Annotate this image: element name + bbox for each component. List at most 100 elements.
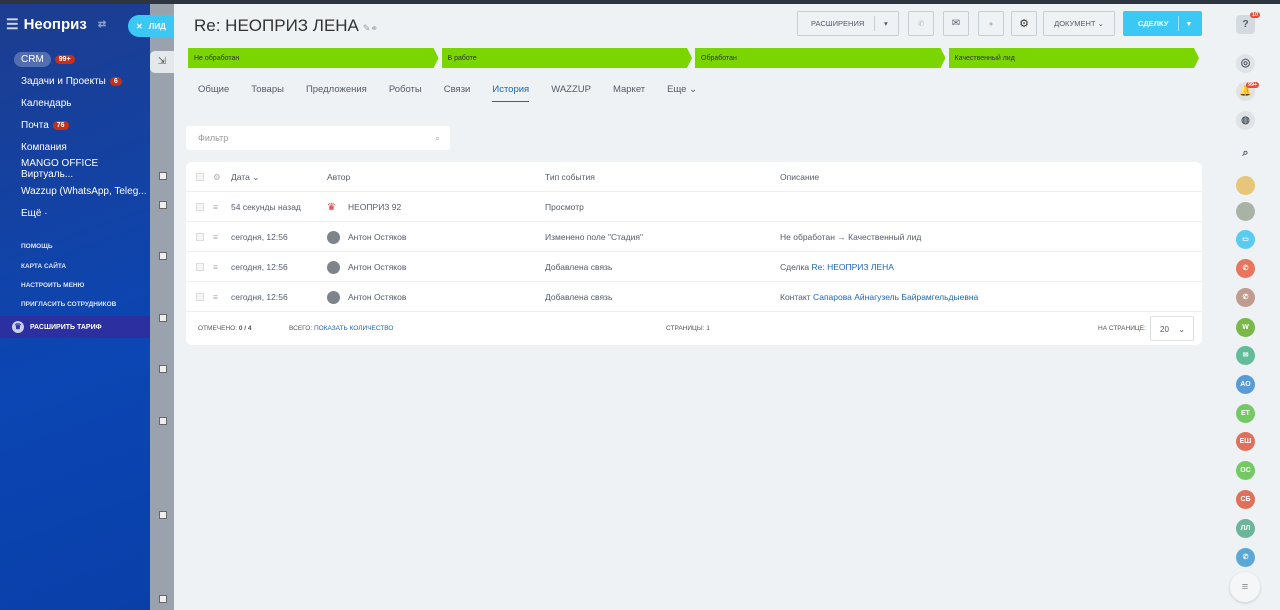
contact-avatar[interactable]: АО xyxy=(1236,375,1255,394)
row-checkbox[interactable] xyxy=(196,263,204,271)
stage-quality-lead[interactable]: Качественный лид xyxy=(949,48,1200,68)
logo[interactable]: ☰ Неоприз ⇄ xyxy=(6,16,106,33)
contact-avatar[interactable]: СБ xyxy=(1236,490,1255,509)
tab-history[interactable]: История xyxy=(492,84,530,102)
page-title: Re: НЕОПРИЗ ЛЕНА ✎⚭ xyxy=(194,16,378,36)
label: ВСЕГО: xyxy=(289,325,313,332)
sidebar-item-more[interactable]: Ещё · xyxy=(0,202,150,224)
label: Ещё · xyxy=(21,207,48,219)
switch-icon[interactable]: ⇄ xyxy=(98,19,106,30)
tab-market[interactable]: Маркет xyxy=(613,84,645,102)
stage-processed[interactable]: Обработан xyxy=(695,48,946,68)
label: Дата xyxy=(231,172,250,182)
document-button[interactable]: ДОКУМЕНТ ⌄ xyxy=(1043,11,1115,36)
contact-avatar[interactable]: ЛЛ xyxy=(1236,519,1255,538)
sidebar-item-company[interactable]: Компания xyxy=(0,136,150,158)
menu-icon[interactable]: ≡ xyxy=(1230,572,1260,602)
user-avatar-icon xyxy=(327,230,340,244)
notifications-badge: 99+ xyxy=(1246,82,1260,88)
chevron-down-icon: ⌄ xyxy=(689,84,698,95)
edit-icon[interactable]: ✎⚭ xyxy=(363,23,378,33)
user-avatar[interactable] xyxy=(1236,202,1255,221)
tab-products[interactable]: Товары xyxy=(251,84,284,102)
table-row: ≡ сегодня, 12:56 Антон Остяков Изменено … xyxy=(186,222,1202,252)
invite-link[interactable]: ПРИГЛАСИТЬ СОТРУДНИКОВ xyxy=(21,301,116,308)
goals-icon[interactable]: ◎ xyxy=(1236,54,1255,73)
phone-icon[interactable]: ✆ xyxy=(1236,288,1255,307)
sitemap-link[interactable]: КАРТА САЙТА xyxy=(21,263,66,270)
phone-icon[interactable]: ✆ xyxy=(1236,259,1255,278)
contact-avatar[interactable]: ОС xyxy=(1236,461,1255,480)
label: Еще xyxy=(667,84,687,95)
convert-deal-button[interactable]: СДЕЛКУ ▾ xyxy=(1123,11,1202,36)
sidebar-item-crm[interactable]: CRM 99+ xyxy=(0,48,150,70)
minimize-icon[interactable]: ⇲ xyxy=(150,51,174,73)
extensions-button[interactable]: РАСШИРЕНИЯ ▾ xyxy=(797,11,899,36)
author[interactable]: Антон Остяков xyxy=(327,282,406,312)
chat-icon[interactable]: ◍ xyxy=(1236,111,1255,130)
close-icon: ✕ xyxy=(136,21,143,31)
sidebar-item-mango[interactable]: MANGO OFFICE Виртуаль... xyxy=(0,158,150,180)
phone-icon[interactable]: ✆ xyxy=(1236,548,1255,567)
drag-handle-icon[interactable]: ≡ xyxy=(213,252,218,282)
author[interactable]: Антон Остяков xyxy=(327,222,406,252)
sidebar-item-mail[interactable]: Почта 76 xyxy=(0,114,150,136)
label: РАСШИРЕНИЯ xyxy=(811,19,865,28)
tab-links[interactable]: Связи xyxy=(444,84,471,102)
search-icon[interactable]: ⌕ xyxy=(1236,144,1255,163)
sidebar-item-calendar[interactable]: Календарь xyxy=(0,92,150,114)
mail-icon[interactable]: ✉ xyxy=(1236,346,1255,365)
contact-avatar[interactable]: W xyxy=(1236,318,1255,337)
gear-icon[interactable]: ⚙ xyxy=(213,162,221,192)
tab-offers[interactable]: Предложения xyxy=(306,84,367,102)
help-link[interactable]: ПОМОЩЬ xyxy=(21,243,53,250)
settings-button[interactable]: ⚙ xyxy=(1011,11,1037,36)
crm-badge: 99+ xyxy=(54,54,75,64)
label: Почта xyxy=(21,119,49,131)
sidebar-item-tasks[interactable]: Задачи и Проекты 6 xyxy=(0,70,150,92)
call-button[interactable]: ✆ xyxy=(908,11,934,36)
total-count: ВСЕГО: ПОКАЗАТЬ КОЛИЧЕСТВО xyxy=(289,314,393,344)
label: РАСШИРИТЬ ТАРИФ xyxy=(30,323,102,331)
per-page-select[interactable]: 20 ⌄ xyxy=(1150,316,1194,341)
stage-not-processed[interactable]: Не обработан xyxy=(188,48,439,68)
tab-more[interactable]: Еще ⌄ xyxy=(667,84,697,102)
checked-count: ОТМЕЧЕНО: 0 / 4 xyxy=(198,314,251,344)
right-bar: ? 10 ◎ 🔔 99+ ◍ ⌕ ▭ ✆ ✆ W ✉ АО ЕТ ЕШ ОС С… xyxy=(1212,4,1280,610)
deal-link[interactable]: Re: НЕОПРИЗ ЛЕНА xyxy=(812,262,894,272)
email-button[interactable]: ✉ xyxy=(943,11,969,36)
drag-handle-icon[interactable]: ≡ xyxy=(213,192,218,222)
drag-handle-icon[interactable]: ≡ xyxy=(213,282,218,312)
filter-input[interactable]: Фильтр ⌕ xyxy=(186,126,450,150)
stage-in-progress[interactable]: В работе xyxy=(442,48,693,68)
chat-button[interactable]: ● xyxy=(978,11,1004,36)
configure-menu-link[interactable]: НАСТРОИТЬ МЕНЮ xyxy=(21,282,84,289)
row-checkbox[interactable] xyxy=(196,203,204,211)
contact-link[interactable]: Сапарова Айнагузель Байрамгельдыевна xyxy=(813,292,978,302)
sidebar-item-wazzup[interactable]: Wazzup (WhatsApp, Teleg... xyxy=(0,180,150,202)
drag-handle-icon[interactable]: ≡ xyxy=(213,222,218,252)
author[interactable]: ♛ НЕОПРИЗ 92 xyxy=(327,192,401,222)
group-avatar[interactable] xyxy=(1236,176,1255,195)
tab-robots[interactable]: Роботы xyxy=(389,84,422,102)
checkbox xyxy=(159,172,167,180)
chat-icon: ● xyxy=(988,19,994,28)
author[interactable]: Антон Остяков xyxy=(327,252,406,282)
tab-wazzup[interactable]: WAZZUP xyxy=(551,84,591,102)
contact-avatar[interactable]: ЕШ xyxy=(1236,432,1255,451)
show-count-link[interactable]: ПОКАЗАТЬ КОЛИЧЕСТВО xyxy=(314,325,394,332)
row-checkbox[interactable] xyxy=(196,233,204,241)
select-all-checkbox[interactable] xyxy=(196,173,204,181)
badge: 76 xyxy=(52,120,69,130)
tab-general[interactable]: Общие xyxy=(198,84,229,102)
checkbox xyxy=(159,417,167,425)
upgrade-plan-button[interactable]: ♛ РАСШИРИТЬ ТАРИФ xyxy=(0,316,150,338)
row-checkbox[interactable] xyxy=(196,293,204,301)
openlines-icon[interactable]: ▭ xyxy=(1236,230,1255,249)
search-icon[interactable]: ⌕ xyxy=(435,133,440,144)
menu-icon[interactable]: ☰ xyxy=(6,16,19,33)
close-slider-tab[interactable]: ✕ ЛИД xyxy=(128,15,176,37)
contact-avatar[interactable]: ЕТ xyxy=(1236,404,1255,423)
title-text: Re: НЕОПРИЗ ЛЕНА xyxy=(194,16,359,35)
header-date[interactable]: Дата ⌄ xyxy=(231,162,259,192)
